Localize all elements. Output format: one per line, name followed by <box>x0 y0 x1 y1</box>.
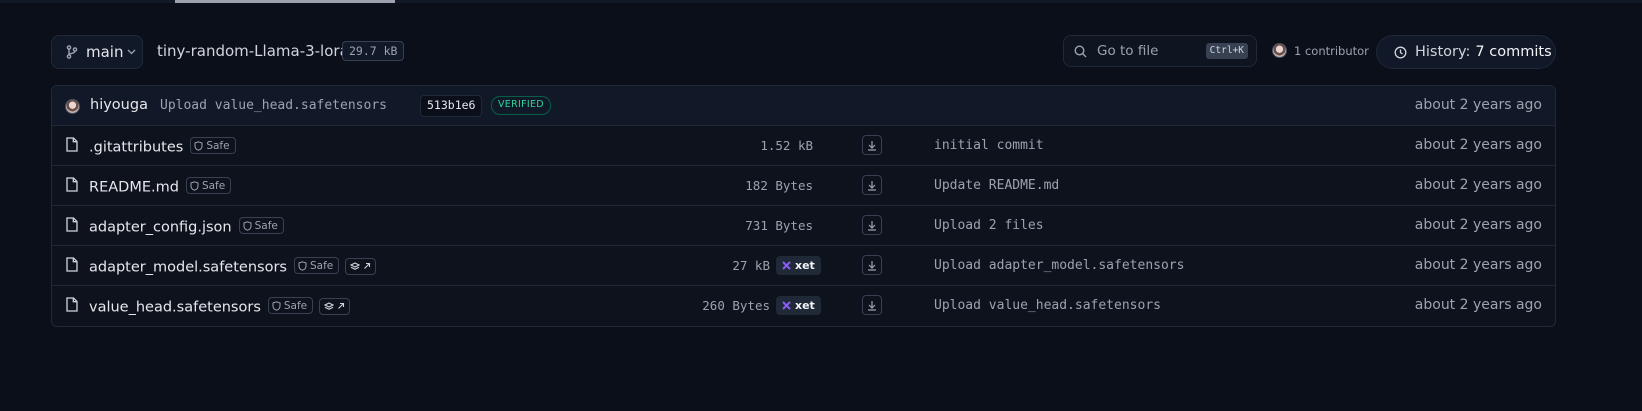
lfs-badge[interactable] <box>319 297 351 315</box>
file-size: 27 kB <box>732 258 770 273</box>
clock-icon <box>1394 46 1407 58</box>
avatar <box>65 99 80 114</box>
external-link-icon <box>338 302 345 309</box>
file-size: 731 Bytes <box>745 218 813 233</box>
file-name-wrap: adapter_model.safetensors Safe <box>89 257 377 276</box>
file-icon <box>66 297 78 312</box>
shield-icon <box>272 300 281 311</box>
file-commit-time: about 2 years ago <box>1414 137 1542 153</box>
safe-label: Safe <box>201 179 226 192</box>
download-icon <box>868 140 876 151</box>
commit-time: about 2 years ago <box>1414 97 1542 113</box>
safe-label: Safe <box>283 299 308 312</box>
xet-icon <box>782 261 791 270</box>
history-label: History: <box>1415 44 1471 60</box>
file-commit-message[interactable]: Update README.md <box>934 178 1059 193</box>
file-name[interactable]: .gitattributes <box>89 140 183 156</box>
file-name-wrap: .gitattributes Safe <box>89 137 236 156</box>
download-button[interactable] <box>862 295 882 315</box>
repo-name: tiny-random-Llama-3-lora <box>157 42 349 60</box>
file-row[interactable]: .gitattributes Safe 1.52 kB initial commi… <box>52 126 1555 166</box>
file-name-wrap: value_head.safetensors Safe <box>89 297 351 316</box>
commit-author[interactable]: hiyouga <box>90 97 148 113</box>
git-branch-icon <box>66 45 78 59</box>
search-icon <box>1074 44 1087 57</box>
shield-icon <box>190 180 199 191</box>
file-commit-message[interactable]: Upload value_head.safetensors <box>934 298 1161 313</box>
file-icon <box>66 137 78 152</box>
file-icon <box>66 177 78 192</box>
download-icon <box>868 300 876 311</box>
branch-name: main <box>86 43 124 61</box>
file-commit-message[interactable]: Upload adapter_model.safetensors <box>934 258 1184 273</box>
download-icon <box>868 180 876 191</box>
history-count: 7 commits <box>1475 44 1552 60</box>
safe-badge[interactable]: Safe <box>190 137 236 154</box>
shield-icon <box>194 140 203 151</box>
file-row[interactable]: README.md Safe 182 Bytes Update README.md… <box>52 166 1555 206</box>
file-name[interactable]: value_head.safetensors <box>89 300 261 316</box>
history-button[interactable]: History: 7 commits <box>1376 35 1556 69</box>
file-size: 1.52 kB <box>760 138 813 153</box>
file-commit-time: about 2 years ago <box>1414 217 1542 233</box>
lfs-badge[interactable] <box>345 257 377 275</box>
file-name[interactable]: adapter_config.json <box>89 220 232 236</box>
xet-icon <box>782 301 791 310</box>
file-row[interactable]: adapter_config.json Safe 731 Bytes Upload… <box>52 206 1555 246</box>
safe-badge[interactable]: Safe <box>238 217 284 234</box>
repo-toolbar: main tiny-random-Llama-3-lora 29.7 kB Go… <box>51 35 1556 71</box>
xet-badge[interactable]: xet <box>776 296 821 315</box>
commit-hash[interactable]: 513b1e6 <box>420 95 483 117</box>
file-name[interactable]: README.md <box>89 180 179 196</box>
file-commit-message[interactable]: Upload 2 files <box>934 218 1044 233</box>
verified-badge: VERIFIED <box>491 96 551 115</box>
commit-message[interactable]: Upload value_head.safetensors <box>160 98 387 113</box>
file-size: 260 Bytes <box>702 298 770 313</box>
download-icon <box>868 220 876 231</box>
file-name-wrap: README.md Safe <box>89 177 232 196</box>
file-commit-message[interactable]: initial commit <box>934 138 1044 153</box>
file-row[interactable]: adapter_model.safetensors Safe 27 kB xet … <box>52 246 1555 286</box>
avatar <box>1272 43 1287 58</box>
safe-label: Safe <box>254 219 278 232</box>
safe-badge[interactable]: Safe <box>293 257 340 274</box>
file-commit-time: about 2 years ago <box>1414 297 1542 313</box>
branch-selector-button[interactable]: main <box>51 35 143 69</box>
contributors-count: 1 contributor <box>1294 43 1369 58</box>
shield-icon <box>243 220 252 231</box>
repo-size-badge: 29.7 kB <box>342 41 405 61</box>
safe-badge[interactable]: Safe <box>267 297 314 314</box>
file-table: hiyouga Upload value_head.safetensors 51… <box>51 85 1556 327</box>
xet-label: xet <box>795 259 815 272</box>
file-icon <box>66 217 78 232</box>
download-button[interactable] <box>862 215 882 235</box>
file-size: 182 Bytes <box>745 178 813 193</box>
layers-icon <box>324 301 335 310</box>
download-button[interactable] <box>862 175 882 195</box>
safe-badge[interactable]: Safe <box>185 177 232 194</box>
xet-badge[interactable]: xet <box>776 256 821 275</box>
layers-icon <box>350 261 361 270</box>
safe-label: Safe <box>309 259 334 272</box>
safe-label: Safe <box>206 139 230 152</box>
download-button[interactable] <box>862 255 882 275</box>
go-to-file-button[interactable]: Go to file Ctrl+K <box>1063 35 1257 67</box>
file-commit-time: about 2 years ago <box>1414 257 1542 273</box>
chevron-down-icon <box>128 49 136 55</box>
shield-icon <box>298 260 307 271</box>
external-link-icon <box>364 262 371 269</box>
download-button[interactable] <box>862 135 882 155</box>
last-commit-row: hiyouga Upload value_head.safetensors 51… <box>52 86 1555 126</box>
go-to-file-label: Go to file <box>1097 43 1159 59</box>
keyboard-shortcut: Ctrl+K <box>1205 43 1248 59</box>
contributors-link[interactable]: 1 contributor <box>1272 43 1369 58</box>
file-row[interactable]: value_head.safetensors Safe 260 Bytes xet… <box>52 286 1555 326</box>
xet-label: xet <box>795 299 815 312</box>
file-icon <box>66 257 78 272</box>
download-icon <box>868 260 876 271</box>
file-name-wrap: adapter_config.json Safe <box>89 217 284 236</box>
file-commit-time: about 2 years ago <box>1414 177 1542 193</box>
file-name[interactable]: adapter_model.safetensors <box>89 260 287 276</box>
active-tab-indicator <box>175 0 395 3</box>
